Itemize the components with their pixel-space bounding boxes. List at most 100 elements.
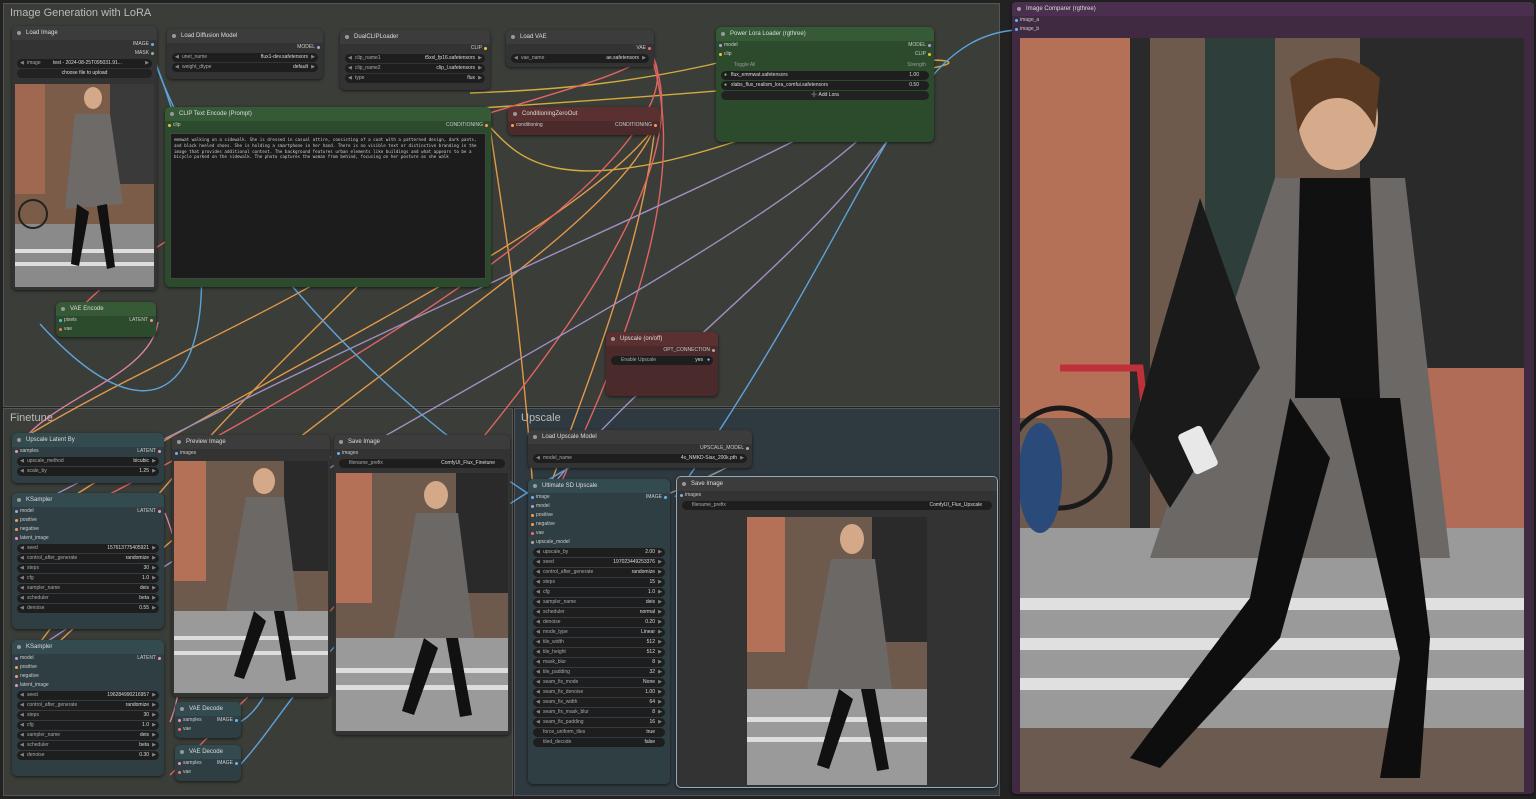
load-image-node[interactable]: Load Image IMAGE MASK ◀ image test - 2024-… [12, 26, 157, 290]
input-positive-socket[interactable] [15, 666, 18, 669]
upscale-method-widget[interactable]: ◀ upscale_method bicubic ▶ [17, 457, 159, 466]
vae-decode-2-title[interactable]: VAE Decode [175, 745, 241, 759]
preview-image-title[interactable]: Preview Image [172, 435, 330, 449]
output-image-socket[interactable] [151, 43, 154, 46]
power-lora-title[interactable]: Power Lora Loader (rgthree) [716, 27, 934, 41]
output-opt-connection-socket[interactable] [712, 349, 715, 352]
usd-widget-seed[interactable]: ◀ seed 197023449253376 ▶ [533, 558, 665, 567]
clip-text-encode-node[interactable]: CLIP Text Encode (Prompt) clip CONDITIONI… [165, 107, 491, 287]
ksampler-2-widget-scheduler[interactable]: ◀ scheduler beta ▶ [17, 741, 159, 750]
weight-dtype-widget[interactable]: ◀ weight_dtype default ▶ [172, 63, 318, 72]
vae-decode-1-node[interactable]: VAE Decode samples IMAGE vae [175, 702, 241, 738]
input-model-socket[interactable] [15, 510, 18, 513]
usd-widget-control-after-generate[interactable]: ◀ control_after_generate randomize ▶ [533, 568, 665, 577]
ultimate-sd-upscale-node[interactable]: Ultimate SD Upscale image IMAGE model pos… [528, 479, 670, 784]
load-image-title[interactable]: Load Image [12, 26, 157, 40]
vae-name-widget[interactable]: ◀ vae_name ae.safetensors ▶ [511, 54, 649, 63]
load-upscale-title[interactable]: Load Upscale Model [528, 430, 752, 444]
input-samples-socket[interactable] [15, 450, 18, 453]
vae-encode-title[interactable]: VAE Encode [56, 302, 156, 316]
output-image-socket[interactable] [664, 496, 667, 499]
conditioning-zero-out-node[interactable]: ConditioningZeroOut conditioning CONDITIO… [508, 107, 660, 135]
input-vae-socket[interactable] [178, 771, 181, 774]
ksampler-2-node[interactable]: KSampler model LATENT positive negative l… [12, 640, 164, 776]
vae-encode-node[interactable]: VAE Encode pixels LATENT vae [56, 302, 156, 337]
output-vae-socket[interactable] [648, 47, 651, 50]
usd-widget-seam-fix-mask-blur[interactable]: ◀ seam_fix_mask_blur 8 ▶ [533, 708, 665, 717]
preview-image-node[interactable]: Preview Image images [172, 435, 330, 697]
ksampler-1-title[interactable]: KSampler [12, 493, 164, 507]
input-model-socket[interactable] [15, 657, 18, 660]
node-canvas[interactable]: Image Generation with LoRA Finetune Upsc… [0, 0, 1536, 799]
filename-prefix-widget[interactable]: filename_prefix ComfyUI_Flux_Finetune [339, 459, 505, 468]
model-name-widget[interactable]: ◀ model_name 4x_NMKD-Siax_200k.pth ▶ [533, 454, 747, 463]
usd-widget-denoise[interactable]: ◀ denoise 0.20 ▶ [533, 618, 665, 627]
upscale-latent-by-node[interactable]: Upscale Latent By samples LATENT ◀ upscale… [12, 433, 164, 483]
usd-widget-cfg[interactable]: ◀ cfg 1.0 ▶ [533, 588, 665, 597]
input-clip-socket[interactable] [719, 53, 722, 56]
lora-row-1[interactable]: ● flux_emmwat.safetensors 1.00 [721, 71, 929, 80]
input-images-socket[interactable] [337, 452, 340, 455]
comparison-image[interactable] [1020, 38, 1524, 792]
output-latent-socket[interactable] [158, 450, 161, 453]
input-vae-socket[interactable] [178, 728, 181, 731]
output-conditioning-socket[interactable] [654, 124, 657, 127]
ksampler-2-title[interactable]: KSampler [12, 640, 164, 654]
vae-decode-2-node[interactable]: VAE Decode samples IMAGE vae [175, 745, 241, 781]
save-image-2-title[interactable]: Save Image [677, 477, 997, 491]
input-latent-image-socket[interactable] [15, 684, 18, 687]
ksampler-2-widget-sampler-name[interactable]: ◀ sampler_name deis ▶ [17, 731, 159, 740]
filename-prefix-widget[interactable]: filename_prefix ComfyUI_Flux_Upscale [682, 501, 992, 510]
usd-widget-seam-fix-denoise[interactable]: ◀ seam_fix_denoise 1.00 ▶ [533, 688, 665, 697]
load-diffusion-model-node[interactable]: Load Diffusion Model MODEL ◀ unet_name flu… [167, 29, 323, 79]
input-clip-socket[interactable] [168, 124, 171, 127]
usd-widget-mode-type[interactable]: ◀ mode_type Linear ▶ [533, 628, 665, 637]
cond-zero-title[interactable]: ConditioningZeroOut [508, 107, 660, 121]
input-samples-socket[interactable] [178, 719, 181, 722]
usd-widget-mask-blur[interactable]: ◀ mask_blur 8 ▶ [533, 658, 665, 667]
dual-clip-title[interactable]: DualCLIPLoader [340, 30, 490, 44]
output-latent-socket[interactable] [158, 657, 161, 660]
output-mask-socket[interactable] [151, 52, 154, 55]
choose-file-button[interactable]: choose file to upload [17, 69, 152, 78]
upscale-switch-node[interactable]: Upscale (on/off) OPT_CONNECTION Enable U… [606, 332, 718, 396]
clip-type-widget[interactable]: ◀ type flux ▶ [345, 74, 485, 83]
scale-by-widget[interactable]: ◀ scale_by 1.25 ▶ [17, 467, 159, 476]
input-latent-image-socket[interactable] [15, 537, 18, 540]
input-image-b-socket[interactable] [1015, 28, 1018, 31]
add-lora-button[interactable]: ➕ Add Lora [721, 91, 929, 100]
prompt-textarea[interactable]: emmwat walking on a sidewalk. She is dre… [170, 133, 486, 279]
ksampler-2-widget-control-after-generate[interactable]: ◀ control_after_generate randomize ▶ [17, 701, 159, 710]
input-conditioning-socket[interactable] [511, 124, 514, 127]
enable-upscale-toggle[interactable]: Enable Upscale yes ● [611, 356, 713, 365]
usd-title[interactable]: Ultimate SD Upscale [528, 479, 670, 493]
image-select-widget[interactable]: ◀ image test - 2024-08-25T095031.91... ▶ [17, 59, 152, 68]
input-images-socket[interactable] [680, 494, 683, 497]
ksampler-1-widget-cfg[interactable]: ◀ cfg 1.0 ▶ [17, 574, 159, 583]
input-vae-socket[interactable] [59, 328, 62, 331]
load-vae-node[interactable]: Load VAE VAE ◀ vae_name ae.safetensors ▶ [506, 30, 654, 67]
output-clip-socket[interactable] [484, 47, 487, 50]
input-negative-socket[interactable] [15, 675, 18, 678]
lora-row-2[interactable]: ● xlabs_flux_realism_lora_comfui.safetens… [721, 81, 929, 90]
output-model-socket[interactable] [928, 44, 931, 47]
ksampler-2-widget-steps[interactable]: ◀ steps 30 ▶ [17, 711, 159, 720]
load-diffusion-title[interactable]: Load Diffusion Model [167, 29, 323, 43]
upscale-latent-title[interactable]: Upscale Latent By [12, 433, 164, 447]
output-conditioning-socket[interactable] [485, 124, 488, 127]
output-model-socket[interactable] [317, 46, 320, 49]
usd-widget-seam-fix-mode[interactable]: ◀ seam_fix_mode None ▶ [533, 678, 665, 687]
dual-clip-loader-node[interactable]: DualCLIPLoader CLIP ◀ clip_name1 t5xxl_fp1… [340, 30, 490, 90]
usd-widget-tile-height[interactable]: ◀ tile_height 512 ▶ [533, 648, 665, 657]
save-image-upscale-node[interactable]: Save Image images filename_prefix ComfyUI… [676, 476, 998, 788]
ksampler-2-widget-seed[interactable]: ◀ seed 196284990216957 ▶ [17, 691, 159, 700]
input-positive-socket[interactable] [15, 519, 18, 522]
ksampler-2-widget-denoise[interactable]: ◀ denoise 0.30 ▶ [17, 751, 159, 760]
vae-decode-1-title[interactable]: VAE Decode [175, 702, 241, 716]
output-latent-socket[interactable] [158, 510, 161, 513]
input-negative-socket[interactable] [531, 523, 534, 526]
input-negative-socket[interactable] [15, 528, 18, 531]
ksampler-1-widget-denoise[interactable]: ◀ denoise 0.55 ▶ [17, 604, 159, 613]
input-vae-socket[interactable] [531, 532, 534, 535]
input-image-socket[interactable] [531, 496, 534, 499]
